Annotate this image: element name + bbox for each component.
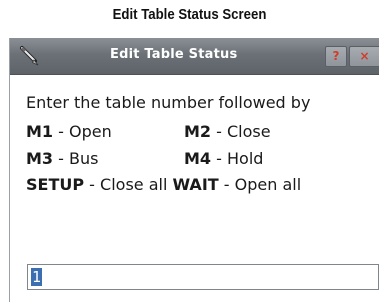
m4-description: - Hold (211, 149, 264, 168)
wait-description: - Open all (218, 175, 302, 194)
edit-table-status-window: Edit Table Status ? × Enter the table nu… (9, 38, 379, 302)
figure-caption: Edit Table Status Screen (112, 6, 267, 23)
m2-key: M2 (184, 122, 212, 141)
m3-description: - Bus (53, 149, 99, 168)
m4-entry: M4 - Hold (184, 149, 263, 168)
title-bar[interactable]: Edit Table Status ? × (10, 38, 379, 75)
pen-icon (18, 45, 40, 67)
m4-key: M4 (184, 149, 212, 168)
close-icon: × (359, 49, 370, 63)
window-title: Edit Table Status (110, 47, 238, 62)
help-button[interactable]: ? (325, 46, 347, 67)
close-button[interactable]: × (349, 46, 379, 67)
instruction-row-m1-m2: M1 - Open M2 - Close (26, 122, 271, 141)
m2-description: - Close (211, 122, 271, 141)
m3-key: M3 (26, 149, 54, 168)
instruction-line: Enter the table number followed by (26, 93, 311, 112)
help-icon: ? (332, 49, 340, 63)
instruction-row-setup-wait: SETUP - Close all WAIT - Open all (26, 175, 301, 194)
m1-description: - Open (53, 122, 112, 141)
setup-description: - Close all (84, 175, 173, 194)
m2-entry: M2 - Close (184, 122, 271, 141)
wait-key: WAIT (172, 175, 219, 194)
table-number-value: 1 (31, 268, 43, 286)
instruction-row-m3-m4: M3 - Bus M4 - Hold (26, 149, 263, 168)
m1-key: M1 (26, 122, 54, 141)
table-number-input[interactable]: 1 (27, 264, 379, 290)
setup-key: SETUP (26, 175, 85, 194)
